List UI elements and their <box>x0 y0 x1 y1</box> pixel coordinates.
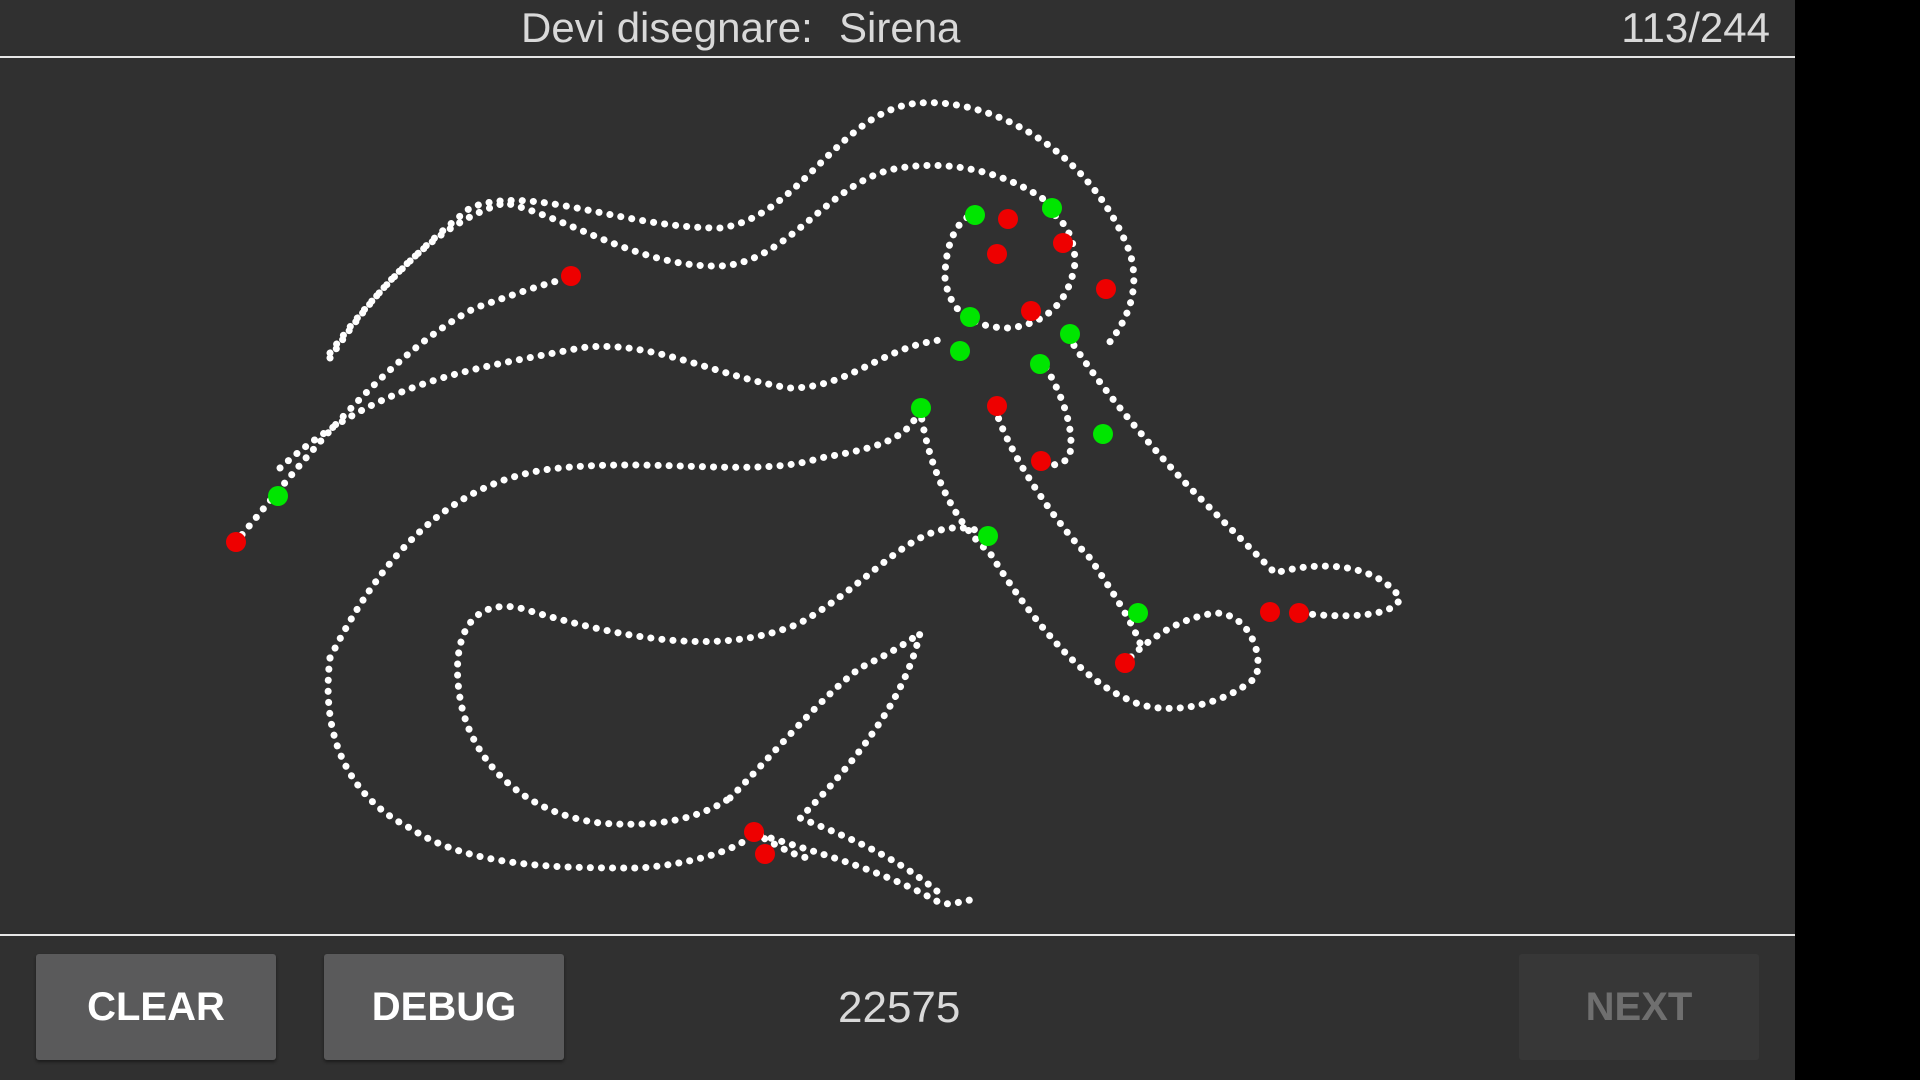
stroke-path <box>276 336 944 472</box>
stroke-start-marker <box>978 526 998 546</box>
stroke-end-marker <box>1053 233 1073 253</box>
drawing-canvas[interactable] <box>0 58 1795 934</box>
stroke-start-marker <box>1128 603 1148 623</box>
stroke-end-marker <box>561 266 581 286</box>
screen-edge <box>1795 0 1920 1080</box>
drawing-app: Devi disegnare: Sirena 113/244 CLEAR DEB… <box>0 0 1795 1080</box>
stroke-start-marker <box>268 486 288 506</box>
stroke-end-marker <box>1289 603 1309 623</box>
toolbar-divider <box>0 934 1795 936</box>
stroke-end-marker <box>1115 653 1135 673</box>
stroke-path <box>231 274 574 547</box>
stroke-end-marker <box>987 244 1007 264</box>
stroke-start-marker <box>1093 424 1113 444</box>
stroke-path <box>324 654 974 908</box>
stroke-path <box>991 404 1144 647</box>
stroke-start-marker <box>950 341 970 361</box>
stroke-start-marker <box>965 205 985 225</box>
stroke-end-marker <box>226 532 246 552</box>
stroke-end-marker <box>1031 451 1051 471</box>
next-button[interactable]: NEXT <box>1519 954 1759 1060</box>
header-bar: Devi disegnare: Sirena 113/244 <box>0 0 1795 57</box>
stroke-start-marker <box>1060 324 1080 344</box>
drawing-strokes <box>231 99 1404 908</box>
stroke-start-marker <box>1042 198 1062 218</box>
stroke-start-marker <box>960 307 980 327</box>
score-display: 22575 <box>838 983 961 1032</box>
stroke-start-marker <box>911 398 931 418</box>
stroke-end-marker <box>1260 602 1280 622</box>
clear-button[interactable]: CLEAR <box>36 954 276 1060</box>
prompt-subject: Sirena <box>839 4 961 51</box>
progress-counter: 113/244 <box>1621 4 1770 51</box>
stroke-end-marker <box>987 396 1007 416</box>
prompt-label: Devi disegnare: <box>521 4 813 51</box>
stroke-end-marker <box>1096 279 1116 299</box>
stroke-start-marker <box>1030 354 1050 374</box>
stroke-markers <box>226 198 1309 864</box>
stroke-path <box>1064 332 1404 620</box>
stroke-path <box>326 404 924 662</box>
stroke-path <box>1036 354 1075 472</box>
stroke-end-marker <box>1021 301 1041 321</box>
stroke-end-marker <box>744 822 764 842</box>
stroke-end-marker <box>998 209 1018 229</box>
stroke-path <box>326 161 1059 362</box>
stroke-end-marker <box>755 844 775 864</box>
debug-button[interactable]: DEBUG <box>324 954 564 1060</box>
